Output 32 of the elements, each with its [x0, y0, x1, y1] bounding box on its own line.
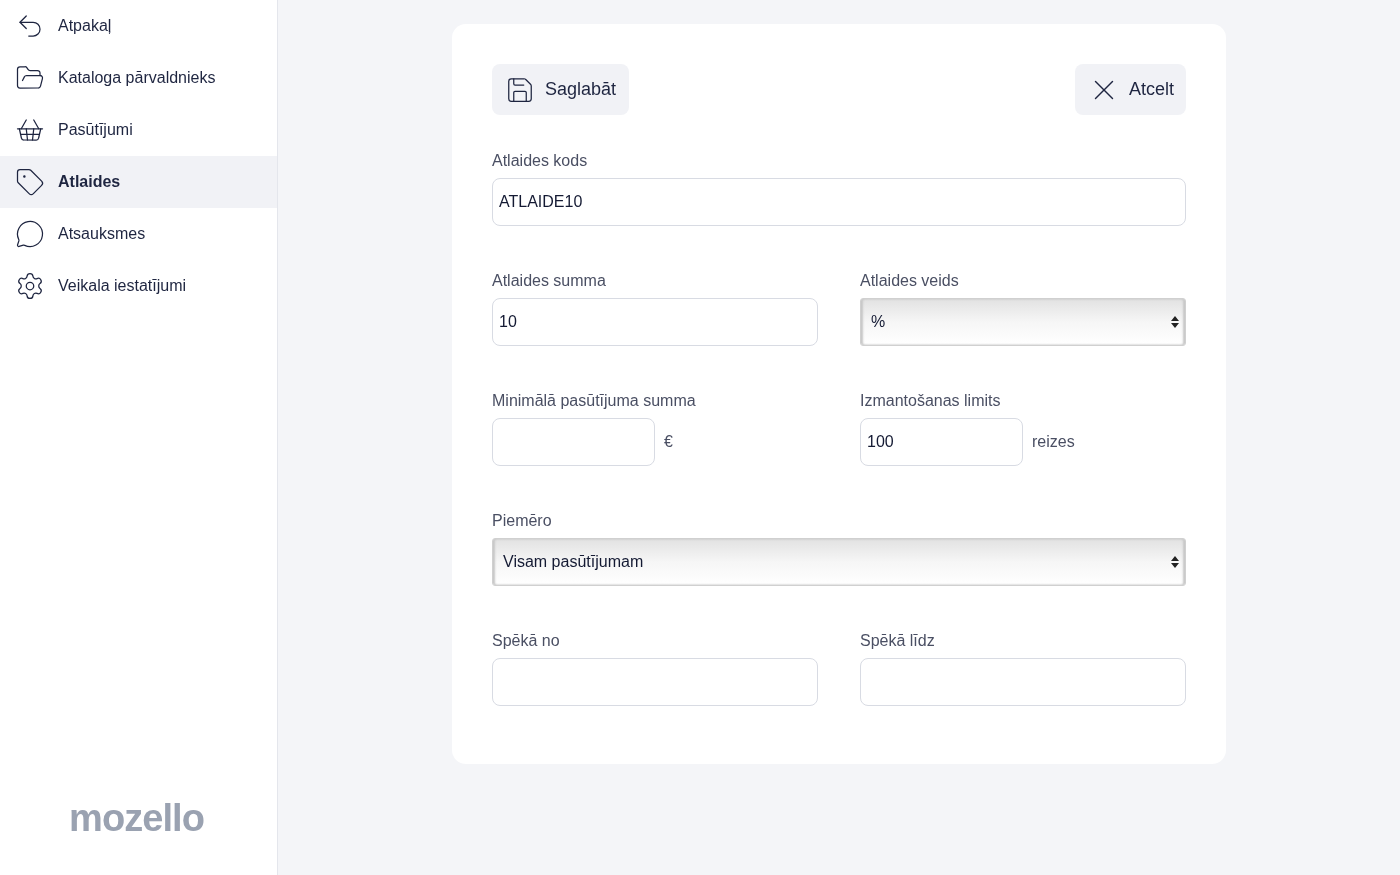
save-button[interactable]: Saglabāt	[492, 64, 630, 115]
input-field[interactable]: 100	[860, 418, 1023, 466]
field-label: Minimālā pasūtījuma summa	[492, 391, 697, 411]
sidebar-item[interactable]: Atlaides	[0, 156, 277, 208]
field-label: Piemēro	[492, 511, 553, 531]
select-field[interactable]: %	[860, 298, 1186, 346]
chat-bubble-icon	[15, 219, 45, 249]
sidebar-item[interactable]: Kataloga pārvaldnieks	[0, 52, 277, 104]
sidebar-item[interactable]: Veikala iestatījumi	[0, 260, 277, 312]
unit-label: €	[664, 432, 673, 452]
input-field[interactable]: ATLAIDE10	[492, 178, 1186, 226]
settings-icon	[15, 271, 45, 301]
input-field[interactable]	[492, 418, 655, 466]
dropdown-arrows-icon	[1171, 314, 1179, 330]
field-label: Izmantošanas limits	[860, 391, 1002, 411]
logo: mozello	[69, 796, 205, 841]
sidebar-item[interactable]: Pasūtījumi	[0, 104, 277, 156]
field-label: Spēkā līdz	[860, 631, 936, 651]
field-label: Spēkā no	[492, 631, 561, 651]
sidebar-item[interactable]: Atpakaļ	[0, 0, 277, 52]
input-field[interactable]	[492, 658, 818, 706]
select-field[interactable]: Visam pasūtījumam	[492, 538, 1186, 586]
sidebar-item[interactable]: Atsauksmes	[0, 208, 277, 260]
input-field[interactable]	[860, 658, 1186, 706]
cancel-button[interactable]: Atcelt	[1074, 64, 1186, 115]
field-label: Atlaides kods	[492, 151, 589, 171]
field-label: Atlaides veids	[860, 271, 960, 291]
dropdown-arrows-icon	[1171, 554, 1179, 570]
field-label: Atlaides summa	[492, 271, 607, 291]
tag-icon	[15, 167, 45, 197]
unit-label: reizes	[1032, 432, 1075, 452]
input-field[interactable]: 10	[492, 298, 818, 346]
